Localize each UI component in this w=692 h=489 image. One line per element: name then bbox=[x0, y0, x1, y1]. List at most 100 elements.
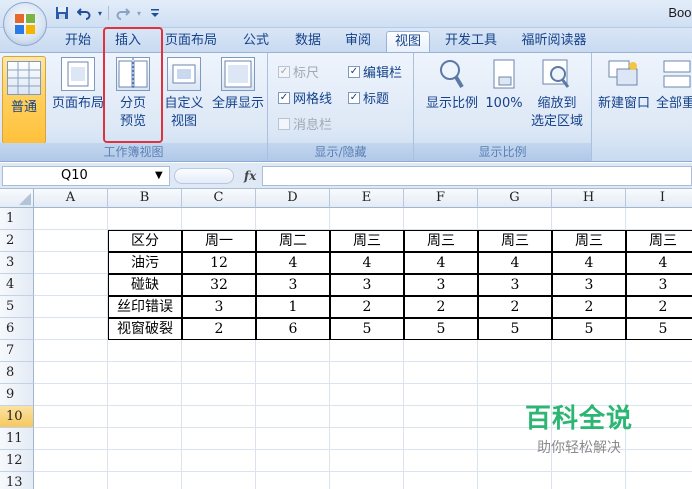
row-header[interactable]: 9 bbox=[0, 384, 34, 406]
cell[interactable] bbox=[182, 428, 256, 450]
cell[interactable] bbox=[108, 428, 182, 450]
cell[interactable] bbox=[256, 428, 330, 450]
zoom-button[interactable]: 显示比例 bbox=[420, 57, 484, 113]
cell[interactable] bbox=[404, 362, 478, 384]
cell[interactable]: 2 bbox=[552, 296, 626, 318]
row-header[interactable]: 11 bbox=[0, 428, 34, 450]
cell[interactable] bbox=[330, 450, 404, 472]
cell[interactable] bbox=[404, 406, 478, 428]
row-header[interactable]: 12 bbox=[0, 450, 34, 472]
cell[interactable]: 周一 bbox=[182, 230, 256, 252]
cell[interactable] bbox=[552, 472, 626, 489]
cell[interactable]: 3 bbox=[330, 274, 404, 296]
gridlines-checkbox[interactable]: ✓ 网格线 bbox=[278, 88, 332, 107]
cell[interactable]: 周三 bbox=[478, 230, 552, 252]
cell[interactable]: 3 bbox=[182, 296, 256, 318]
cell[interactable] bbox=[404, 384, 478, 406]
cell[interactable]: 32 bbox=[182, 274, 256, 296]
column-header[interactable]: I bbox=[626, 189, 692, 208]
cell[interactable] bbox=[626, 472, 692, 489]
cell[interactable] bbox=[256, 472, 330, 489]
new-window-button[interactable]: 新建窗口 bbox=[594, 57, 654, 113]
cell[interactable] bbox=[34, 406, 108, 428]
column-header[interactable]: A bbox=[34, 189, 108, 208]
cell[interactable] bbox=[108, 472, 182, 489]
cell[interactable]: 4 bbox=[626, 252, 692, 274]
column-header[interactable]: D bbox=[256, 189, 330, 208]
cell[interactable]: 3 bbox=[404, 274, 478, 296]
cell[interactable]: 3 bbox=[552, 274, 626, 296]
cell[interactable] bbox=[256, 340, 330, 362]
cell[interactable] bbox=[330, 428, 404, 450]
row-header[interactable]: 8 bbox=[0, 362, 34, 384]
cell[interactable]: 5 bbox=[478, 318, 552, 340]
cell[interactable] bbox=[478, 362, 552, 384]
cell[interactable] bbox=[34, 362, 108, 384]
tab-insert[interactable]: 插入 bbox=[108, 31, 148, 52]
cell[interactable] bbox=[478, 208, 552, 230]
row-header[interactable]: 7 bbox=[0, 340, 34, 362]
cell[interactable] bbox=[256, 384, 330, 406]
cell[interactable]: 2 bbox=[478, 296, 552, 318]
cell[interactable] bbox=[404, 450, 478, 472]
row-header[interactable]: 10 bbox=[0, 406, 34, 428]
cell[interactable]: 2 bbox=[626, 296, 692, 318]
cell[interactable]: 4 bbox=[404, 252, 478, 274]
cell[interactable] bbox=[330, 362, 404, 384]
row-header[interactable]: 6 bbox=[0, 318, 34, 340]
formula-bar-splitter[interactable] bbox=[174, 168, 234, 184]
column-header[interactable]: C bbox=[182, 189, 256, 208]
tab-page-layout[interactable]: 页面布局 bbox=[160, 31, 222, 52]
cell[interactable] bbox=[34, 318, 108, 340]
cell[interactable] bbox=[34, 472, 108, 489]
cell[interactable] bbox=[108, 450, 182, 472]
cell[interactable] bbox=[404, 428, 478, 450]
redo-icon[interactable] bbox=[113, 3, 133, 23]
cell[interactable]: 油污 bbox=[108, 252, 182, 274]
cell[interactable] bbox=[34, 340, 108, 362]
cell[interactable]: 2 bbox=[404, 296, 478, 318]
cell[interactable] bbox=[552, 362, 626, 384]
cell[interactable]: 6 bbox=[256, 318, 330, 340]
cell[interactable]: 4 bbox=[330, 252, 404, 274]
custom-views-button[interactable]: 自定义 视图 bbox=[160, 57, 208, 131]
column-header[interactable]: G bbox=[478, 189, 552, 208]
formula-input[interactable] bbox=[262, 166, 692, 186]
cell[interactable]: 周二 bbox=[256, 230, 330, 252]
cell[interactable] bbox=[108, 340, 182, 362]
cell[interactable] bbox=[108, 406, 182, 428]
column-header[interactable]: E bbox=[330, 189, 404, 208]
cell[interactable]: 周三 bbox=[552, 230, 626, 252]
cell[interactable]: 1 bbox=[256, 296, 330, 318]
cell[interactable] bbox=[404, 340, 478, 362]
normal-view-button[interactable]: 普通 bbox=[2, 56, 46, 144]
cell[interactable] bbox=[182, 472, 256, 489]
customize-qat-icon[interactable] bbox=[145, 3, 165, 23]
undo-icon[interactable] bbox=[74, 3, 94, 23]
cell[interactable]: 视窗破裂 bbox=[108, 318, 182, 340]
cell[interactable]: 区分 bbox=[108, 230, 182, 252]
cell[interactable] bbox=[34, 384, 108, 406]
cell[interactable]: 2 bbox=[182, 318, 256, 340]
cell[interactable] bbox=[626, 362, 692, 384]
cell[interactable] bbox=[34, 230, 108, 252]
cell[interactable] bbox=[404, 472, 478, 489]
cell[interactable]: 3 bbox=[478, 274, 552, 296]
cell[interactable] bbox=[34, 296, 108, 318]
cell[interactable] bbox=[330, 340, 404, 362]
row-header[interactable]: 1 bbox=[0, 208, 34, 230]
cell[interactable] bbox=[182, 450, 256, 472]
cell[interactable]: 周三 bbox=[404, 230, 478, 252]
cell[interactable]: 4 bbox=[552, 252, 626, 274]
cell[interactable] bbox=[34, 450, 108, 472]
cell[interactable]: 5 bbox=[552, 318, 626, 340]
cell[interactable] bbox=[108, 208, 182, 230]
cell[interactable] bbox=[256, 362, 330, 384]
tab-review[interactable]: 审阅 bbox=[338, 31, 378, 52]
cell[interactable] bbox=[34, 428, 108, 450]
cell[interactable] bbox=[478, 472, 552, 489]
cell[interactable]: 4 bbox=[478, 252, 552, 274]
redo-dropdown-icon[interactable]: ▾ bbox=[135, 3, 143, 23]
cell[interactable] bbox=[182, 208, 256, 230]
tab-view[interactable]: 视图 bbox=[386, 31, 430, 52]
